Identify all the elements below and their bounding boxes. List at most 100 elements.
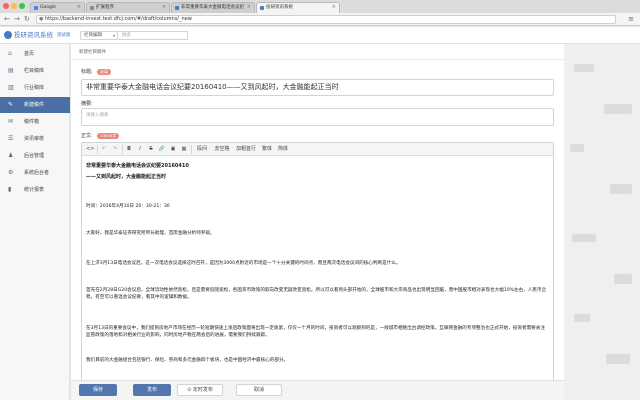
cancel-button[interactable]: 取消 (236, 384, 282, 396)
app-header: 投研资讯系统 测试版 栏目编辑 ▾ 搜索 (0, 27, 640, 44)
sidebar-item-label: 稿件箱 (24, 119, 40, 125)
browser-menu-icon[interactable]: ≡ (628, 15, 634, 23)
browser-tabstrip: Google × 扩展程序 × 非常重要华泰大金融电话会议纪 × 投研资讯系统 … (0, 0, 640, 13)
browser-tab-active[interactable]: 投研资讯系统 × (256, 2, 340, 13)
tab-close-icon[interactable]: × (162, 3, 166, 12)
window-close-button[interactable] (3, 3, 9, 9)
italic-button[interactable]: I (136, 145, 144, 154)
image-button[interactable]: ▣ (169, 145, 177, 154)
site-favicon-icon (175, 6, 179, 10)
rich-text-editor[interactable]: <> ↶ ↷ B I S 🔗 ▣ ▦ 段间 去空格 加粗首行 繁体 简体 非常重… (81, 142, 554, 382)
table-button[interactable]: ▦ (180, 145, 188, 154)
chevron-down-icon: ▾ (112, 33, 115, 38)
tab-label: 扩展程序 (96, 5, 114, 10)
blurred-block (574, 64, 594, 72)
logo-icon (4, 31, 12, 39)
extensions-favicon-icon (90, 6, 94, 10)
paragraph: 首先在2月28日G20会议后，全球流动性依然宽松，且是需要追随宽松，各国货币政策… (86, 288, 547, 300)
review-icon: ☰ (8, 135, 14, 142)
title-field-label: 标题: 必填 (81, 68, 111, 75)
forward-icon[interactable]: → (14, 15, 20, 23)
title-input-value: 非常重要华泰大金融电话会议纪要20160410——又到风起时，大金融能起正当时 (86, 83, 339, 91)
strikethrough-button[interactable]: S (147, 145, 155, 154)
sidebar-item-label: 统计报表 (24, 187, 45, 193)
blurred-block (606, 354, 630, 364)
sidebar-item-review[interactable]: ☰ 资讯审核 (0, 131, 70, 147)
tab-close-icon[interactable]: × (332, 3, 336, 12)
right-side-panel (564, 44, 640, 400)
sidebar-item-admin[interactable]: ♟ 后台管理 (0, 148, 70, 164)
sidebar-item-label: 系统后台者 (24, 170, 50, 176)
lock-icon: ● (39, 16, 44, 22)
source-code-button[interactable]: <> (86, 145, 94, 154)
blurred-block (604, 104, 632, 114)
sidebar-item-stats[interactable]: ▮ 统计报表 (0, 182, 70, 198)
title-input[interactable]: 非常重要华泰大金融电话会议纪要20160410——又到风起时，大金融能起正当时 (81, 79, 554, 96)
toolbar-separator (122, 145, 123, 154)
editor-content[interactable]: 非常重要华泰大金融电话会议纪要20160410 ——又到风起时，大金融能起正当时… (82, 157, 553, 381)
simplified-chinese-button[interactable]: 简体 (277, 145, 289, 154)
paragraph: 在上济3月13日电话会议后，这一次电话会议选择这时召开，是因为3000点附近的市… (86, 261, 401, 266)
address-bar[interactable]: ● https://backend-invest.test.dfcj.com/#… (36, 15, 616, 24)
back-icon[interactable]: ← (4, 15, 10, 23)
app-window: Google × 扩展程序 × 非常重要华泰大金融电话会议纪 × 投研资讯系统 … (0, 0, 640, 400)
window-zoom-button[interactable] (19, 3, 25, 9)
divider (71, 59, 564, 60)
schedule-publish-button[interactable]: ⊙ 定时发布 (177, 384, 223, 396)
link-button[interactable]: 🔗 (158, 145, 166, 154)
browser-tab[interactable]: Google × (30, 2, 85, 13)
traditional-chinese-button[interactable]: 繁体 (261, 145, 273, 154)
tab-label: Google (40, 5, 56, 10)
new-doc-icon: ✎ (8, 101, 14, 108)
blurred-block (570, 144, 584, 152)
browser-toolbar: ← → ↻ ● https://backend-invest.test.dfcj… (0, 13, 640, 26)
sidebar-item-inbox[interactable]: ✉ 稿件箱 (0, 114, 70, 130)
stats-icon: ▮ (8, 186, 12, 193)
sidebar-item-settings[interactable]: ⚙ 系统后台者 (0, 165, 70, 181)
paragraph: 我们目前的大金融组合包括银行、保险、券商和多元金融四个板块，也是中国经济中最核心… (86, 358, 289, 363)
publish-button[interactable]: 发布 (133, 384, 171, 396)
industry-icon: ▥ (8, 84, 14, 91)
reload-icon[interactable]: ↻ (24, 15, 30, 23)
save-button[interactable]: 保存 (79, 384, 117, 396)
form-footer: 保存 发布 ⊙ 定时发布 取消 (71, 380, 564, 400)
settings-icon: ⚙ (8, 169, 14, 176)
paragraph: 在3月13日的重要会议中，我们提到房地产市场在经历一轮短期快速上涨后政策面将出现… (86, 326, 545, 338)
blurred-block (574, 314, 590, 322)
sidebar-item-industry[interactable]: ▥ 行业稿库 (0, 80, 70, 96)
browser-tab[interactable]: 非常重要华泰大金融电话会议纪 × (171, 2, 255, 13)
body-field-label: 正文: 13056字 (81, 132, 120, 139)
sidebar-item-new-doc[interactable]: ✎ 新建稿件 (0, 97, 70, 113)
sidebar-item-label: 资讯审核 (24, 136, 45, 142)
remove-spaces-button[interactable]: 去空格 (213, 145, 231, 154)
redo-button[interactable]: ↷ (111, 145, 119, 154)
search-placeholder: 搜索 (122, 33, 131, 38)
browser-tab[interactable]: 扩展程序 × (86, 2, 170, 13)
window-minimize-button[interactable] (11, 3, 17, 9)
sidebar: ⌂ 首页 ▤ 栏目稿库 ▥ 行业稿库 ✎ 新建稿件 ✉ 稿件箱 ☰ 资讯审核 ♟… (0, 44, 70, 400)
blurred-block (610, 184, 632, 194)
select-value: 栏目编辑 (84, 33, 102, 38)
summary-input[interactable]: 请输入摘要 (81, 108, 554, 126)
undo-button[interactable]: ↶ (100, 145, 108, 154)
search-scope-select[interactable]: 栏目编辑 ▾ (80, 31, 118, 40)
sidebar-item-home[interactable]: ⌂ 首页 (0, 46, 70, 62)
toolbar-separator (97, 145, 98, 154)
sidebar-item-columns[interactable]: ▤ 栏目稿库 (0, 63, 70, 79)
tab-close-icon[interactable]: × (247, 3, 251, 12)
tab-close-icon[interactable]: × (77, 3, 81, 12)
admin-icon: ♟ (8, 152, 14, 159)
paragraph-spacing-button[interactable]: 段间 (195, 145, 209, 154)
columns-icon: ▤ (8, 67, 14, 74)
sidebar-item-label: 栏目稿库 (24, 68, 45, 74)
bold-first-line-button[interactable]: 加粗首行 (235, 145, 257, 154)
summary-placeholder: 请输入摘要 (86, 113, 109, 118)
bold-button[interactable]: B (125, 145, 133, 154)
app-title: 投研资讯系统 (14, 31, 53, 39)
required-badge: 必填 (97, 68, 111, 75)
paragraph: 大家好，我是华泰证券研究所所长助理，首席金融分析师罗毅。 (86, 231, 215, 236)
home-icon: ⌂ (8, 50, 12, 57)
search-input[interactable]: 搜索 (118, 31, 188, 40)
url-text: https://backend-invest.test.dfcj.com/#/d… (45, 16, 192, 22)
site-favicon-icon (260, 6, 264, 10)
